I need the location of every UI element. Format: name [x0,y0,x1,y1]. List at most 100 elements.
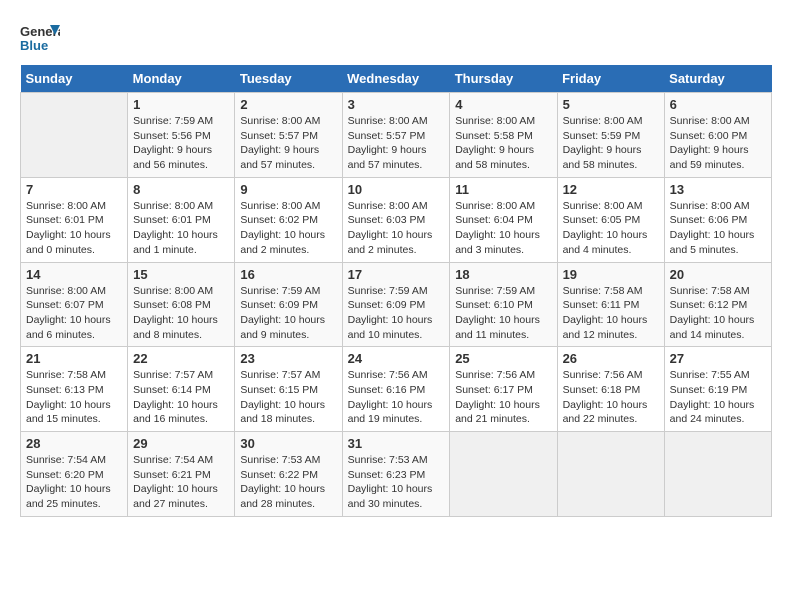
col-header-friday: Friday [557,65,664,93]
day-info: Sunrise: 8:00 AMSunset: 6:02 PMDaylight:… [240,199,336,258]
day-number: 31 [348,436,445,451]
day-info: Sunrise: 7:55 AMSunset: 6:19 PMDaylight:… [670,368,766,427]
calendar-cell: 27 Sunrise: 7:55 AMSunset: 6:19 PMDayligh… [664,347,771,432]
calendar-cell: 21Sunrise: 7:58 AMSunset: 6:13 PMDayligh… [21,347,128,432]
calendar-cell: 7 Sunrise: 8:00 AMSunset: 6:01 PMDaylight… [21,177,128,262]
calendar-cell: 9 Sunrise: 8:00 AMSunset: 6:02 PMDaylight… [235,177,342,262]
day-number: 30 [240,436,336,451]
calendar-cell: 18 Sunrise: 7:59 AMSunset: 6:10 PMDayligh… [450,262,557,347]
calendar-cell: 11Sunrise: 8:00 AMSunset: 6:04 PMDayligh… [450,177,557,262]
day-number: 21 [26,351,122,366]
calendar-cell: 30Sunrise: 7:53 AMSunset: 6:22 PMDayligh… [235,432,342,517]
calendar-cell: 10 Sunrise: 8:00 AMSunset: 6:03 PMDayligh… [342,177,450,262]
day-info: Sunrise: 7:59 AMSunset: 6:09 PMDaylight:… [240,284,336,343]
day-number: 8 [133,182,229,197]
calendar-cell: 26 Sunrise: 7:56 AMSunset: 6:18 PMDayligh… [557,347,664,432]
day-number: 15 [133,267,229,282]
day-number: 7 [26,182,122,197]
day-info: Sunrise: 7:59 AMSunset: 6:09 PMDaylight:… [348,284,445,343]
calendar-cell: 1 Sunrise: 7:59 AMSunset: 5:56 PMDaylight… [128,93,235,178]
day-info: Sunrise: 7:56 AMSunset: 6:16 PMDaylight:… [348,368,445,427]
day-info: Sunrise: 7:58 AMSunset: 6:12 PMDaylight:… [670,284,766,343]
day-info: Sunrise: 8:00 AMSunset: 6:00 PMDaylight:… [670,114,766,173]
day-info: Sunrise: 7:57 AMSunset: 6:14 PMDaylight:… [133,368,229,427]
day-info: Sunrise: 8:00 AMSunset: 6:05 PMDaylight:… [563,199,659,258]
logo-icon: General Blue [20,20,60,55]
day-number: 1 [133,97,229,112]
day-number: 22 [133,351,229,366]
col-header-tuesday: Tuesday [235,65,342,93]
day-number: 14 [26,267,122,282]
day-number: 26 [563,351,659,366]
calendar-cell: 12Sunrise: 8:00 AMSunset: 6:05 PMDayligh… [557,177,664,262]
day-info: Sunrise: 7:56 AMSunset: 6:17 PMDaylight:… [455,368,551,427]
calendar-cell [557,432,664,517]
calendar-cell [664,432,771,517]
calendar-cell: 13 Sunrise: 8:00 AMSunset: 6:06 PMDayligh… [664,177,771,262]
day-number: 28 [26,436,122,451]
day-info: Sunrise: 8:00 AMSunset: 6:01 PMDaylight:… [133,199,229,258]
calendar-cell: 24 Sunrise: 7:56 AMSunset: 6:16 PMDayligh… [342,347,450,432]
day-number: 9 [240,182,336,197]
calendar-cell: 14Sunrise: 8:00 AMSunset: 6:07 PMDayligh… [21,262,128,347]
day-info: Sunrise: 8:00 AMSunset: 6:03 PMDaylight:… [348,199,445,258]
day-number: 25 [455,351,551,366]
col-header-sunday: Sunday [21,65,128,93]
col-header-saturday: Saturday [664,65,771,93]
day-number: 23 [240,351,336,366]
calendar-cell: 15 Sunrise: 8:00 AMSunset: 6:08 PMDayligh… [128,262,235,347]
day-info: Sunrise: 7:58 AMSunset: 6:11 PMDaylight:… [563,284,659,343]
day-info: Sunrise: 8:00 AMSunset: 6:04 PMDaylight:… [455,199,551,258]
col-header-wednesday: Wednesday [342,65,450,93]
day-info: Sunrise: 7:59 AMSunset: 6:10 PMDaylight:… [455,284,551,343]
day-number: 2 [240,97,336,112]
calendar-table: SundayMondayTuesdayWednesdayThursdayFrid… [20,65,772,517]
calendar-cell: 25 Sunrise: 7:56 AMSunset: 6:17 PMDayligh… [450,347,557,432]
day-number: 5 [563,97,659,112]
day-number: 10 [348,182,445,197]
calendar-body: 1 Sunrise: 7:59 AMSunset: 5:56 PMDaylight… [21,93,772,517]
day-number: 13 [670,182,766,197]
calendar-cell [450,432,557,517]
day-info: Sunrise: 8:00 AMSunset: 5:58 PMDaylight:… [455,114,551,173]
calendar-cell: 4 Sunrise: 8:00 AMSunset: 5:58 PMDaylight… [450,93,557,178]
calendar-header-row: SundayMondayTuesdayWednesdayThursdayFrid… [21,65,772,93]
day-info: Sunrise: 8:00 AMSunset: 5:57 PMDaylight:… [240,114,336,173]
calendar-cell: 22 Sunrise: 7:57 AMSunset: 6:14 PMDayligh… [128,347,235,432]
day-number: 29 [133,436,229,451]
week-row-2: 7 Sunrise: 8:00 AMSunset: 6:01 PMDaylight… [21,177,772,262]
day-info: Sunrise: 8:00 AMSunset: 6:08 PMDaylight:… [133,284,229,343]
calendar-cell: 8 Sunrise: 8:00 AMSunset: 6:01 PMDaylight… [128,177,235,262]
day-info: Sunrise: 8:00 AMSunset: 6:01 PMDaylight:… [26,199,122,258]
day-number: 19 [563,267,659,282]
day-number: 27 [670,351,766,366]
day-number: 6 [670,97,766,112]
calendar-cell: 17 Sunrise: 7:59 AMSunset: 6:09 PMDayligh… [342,262,450,347]
calendar-cell: 20Sunrise: 7:58 AMSunset: 6:12 PMDayligh… [664,262,771,347]
day-info: Sunrise: 7:59 AMSunset: 5:56 PMDaylight:… [133,114,229,173]
week-row-3: 14Sunrise: 8:00 AMSunset: 6:07 PMDayligh… [21,262,772,347]
week-row-5: 28 Sunrise: 7:54 AMSunset: 6:20 PMDayligh… [21,432,772,517]
day-info: Sunrise: 8:00 AMSunset: 5:59 PMDaylight:… [563,114,659,173]
day-number: 4 [455,97,551,112]
day-number: 24 [348,351,445,366]
calendar-cell: 28 Sunrise: 7:54 AMSunset: 6:20 PMDayligh… [21,432,128,517]
svg-text:Blue: Blue [20,38,48,53]
day-number: 3 [348,97,445,112]
day-info: Sunrise: 7:56 AMSunset: 6:18 PMDaylight:… [563,368,659,427]
day-number: 18 [455,267,551,282]
day-info: Sunrise: 7:54 AMSunset: 6:20 PMDaylight:… [26,453,122,512]
day-info: Sunrise: 8:00 AMSunset: 6:06 PMDaylight:… [670,199,766,258]
calendar-cell: 3Sunrise: 8:00 AMSunset: 5:57 PMDaylight… [342,93,450,178]
day-info: Sunrise: 7:54 AMSunset: 6:21 PMDaylight:… [133,453,229,512]
calendar-cell: 19 Sunrise: 7:58 AMSunset: 6:11 PMDayligh… [557,262,664,347]
calendar-cell: 6 Sunrise: 8:00 AMSunset: 6:00 PMDaylight… [664,93,771,178]
calendar-cell: 29 Sunrise: 7:54 AMSunset: 6:21 PMDayligh… [128,432,235,517]
day-number: 17 [348,267,445,282]
calendar-cell: 23Sunrise: 7:57 AMSunset: 6:15 PMDayligh… [235,347,342,432]
logo: General Blue [20,20,64,55]
week-row-1: 1 Sunrise: 7:59 AMSunset: 5:56 PMDaylight… [21,93,772,178]
col-header-monday: Monday [128,65,235,93]
calendar-cell: 5 Sunrise: 8:00 AMSunset: 5:59 PMDaylight… [557,93,664,178]
calendar-cell: 31Sunrise: 7:53 AMSunset: 6:23 PMDayligh… [342,432,450,517]
